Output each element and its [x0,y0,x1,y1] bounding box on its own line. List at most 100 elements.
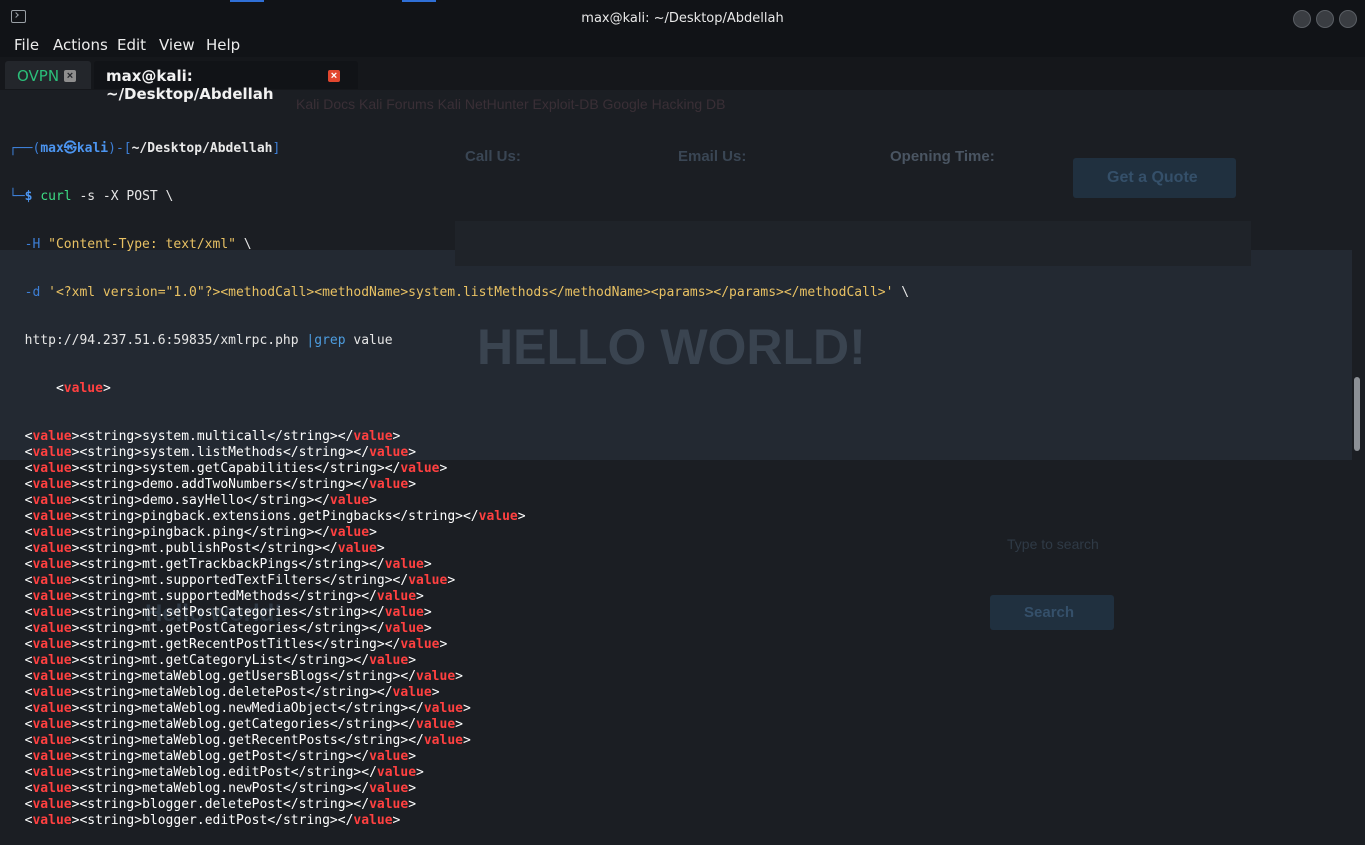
xml-punctuation: > [431,685,440,700]
prompt-host: kali [76,141,109,156]
xml-punctuation: > [416,765,424,780]
match-value: value [408,573,448,588]
menu-view[interactable]: View [159,36,195,54]
command-body-line: -d '<?xml version="1.0"?><methodCall><me… [24,285,910,300]
xml-punctuation: > [439,461,448,476]
match-value: value [32,621,72,636]
xml-punctuation: > [423,557,432,572]
close-icon[interactable]: × [328,70,340,82]
xml-punctuation: ><string> [71,621,143,636]
output-line: <value><string>mt.getCategoryList</strin… [9,653,909,669]
match-value: value [376,589,417,604]
tab-terminal[interactable]: max@kali: ~/Desktop/Abdellah × [94,61,358,103]
method-name: system.listMethods [142,445,283,460]
xml-punctuation [9,621,25,636]
xml-punctuation: < [24,685,33,700]
match-value: value [384,621,424,636]
body-value: '<?xml version="1.0"?><methodCall><metho… [48,285,894,300]
xml-punctuation: < [24,637,33,652]
match-value: value [369,477,409,492]
xml-punctuation: > [369,525,377,540]
output-line: <value><string>pingback.ping</string></v… [9,525,909,541]
method-name: metaWeblog.getCategories [142,717,330,732]
title-bar: max@kali: ~/Desktop/Abdellah [0,0,1365,33]
xml-punctuation [9,765,25,780]
match-value: value [32,685,72,700]
method-name: mt.getPostCategories [142,621,299,636]
h-flag: -H [24,237,49,252]
match-value: value [32,765,72,780]
method-name: metaWeblog.newMediaObject [142,701,338,716]
output-line: <value><string>metaWeblog.getUsersBlogs<… [9,669,909,685]
xml-punctuation [9,445,25,460]
match-value: value [369,445,409,460]
xml-punctuation [9,781,25,796]
xml-punctuation: ><string> [71,525,143,540]
xml-punctuation [9,573,25,588]
xml-punctuation [9,717,25,732]
grep-command: grep [314,333,346,348]
command-header-line: -H "Content-Type: text/xml" \ [24,237,252,252]
output-line: <value><string>mt.publishPost</string></… [9,541,909,557]
xml-punctuation: ><string> [71,573,143,588]
scrollbar-track[interactable] [1352,90,1365,630]
prompt-symbol: ㉿ [63,141,77,156]
xml-punctuation: </string></ [392,509,479,524]
xml-punctuation: </string></ [322,573,409,588]
terminal-output[interactable]: ┌──(max㉿kali)-[~/Desktop/Abdellah] └─$ c… [9,109,909,845]
xml-punctuation: </string></ [337,733,424,748]
match-value: value [369,749,409,764]
xml-punctuation: > [408,653,417,668]
xml-punctuation: > [408,749,417,764]
match-value: value [337,541,377,556]
match-value: value [32,605,72,620]
search-button-label: Search [1024,604,1075,621]
match-value: value [423,733,463,748]
xml-punctuation [9,637,25,652]
xml-punctuation [9,733,25,748]
close-icon[interactable]: × [64,70,76,82]
match-value: value [32,717,72,732]
xml-punctuation: > [462,733,471,748]
output-line: <value><string>metaWeblog.editPost</stri… [9,765,909,781]
xml-punctuation: > [455,669,463,684]
xml-punctuation: </string></ [298,621,385,636]
method-name: metaWeblog.getRecentPosts [142,733,338,748]
search-button: Search [990,595,1114,630]
match-value: value [416,669,456,684]
menu-edit[interactable]: Edit [117,36,146,54]
xml-punctuation: ><string> [71,637,143,652]
match-value: value [32,445,72,460]
accent-strip [402,0,436,2]
match-value: value [369,653,409,668]
xml-punctuation: </string></ [314,637,401,652]
xml-punctuation: > [376,541,385,556]
match-value: value [32,653,72,668]
match-value: value [32,749,72,764]
xml-punctuation [9,701,25,716]
xml-punctuation: > [408,445,417,460]
output-line: <value><string>metaWeblog.getPost</strin… [9,749,909,765]
output-line: <value><string>blogger.editPost</string>… [9,813,909,829]
xml-punctuation: > [408,797,417,812]
maximize-button[interactable] [1316,10,1334,28]
xml-punctuation [9,685,25,700]
tab-ovpn[interactable]: OVPN × [5,61,91,89]
match-value: value [32,493,72,508]
close-button[interactable] [1339,10,1357,28]
scrollbar-thumb[interactable] [1354,377,1360,451]
grep-arg: value [345,333,393,348]
match-value: value [384,557,424,572]
xml-punctuation: ><string> [71,445,143,460]
menu-actions[interactable]: Actions [53,36,108,54]
match-value: value [329,525,370,540]
xml-punctuation: </string></ [243,525,330,540]
menu-file[interactable]: File [14,36,39,54]
xml-punctuation: < [24,765,33,780]
match-value: value [32,797,72,812]
minimize-button[interactable] [1293,10,1311,28]
match-value: value [32,637,72,652]
xml-punctuation: </string></ [282,797,370,812]
method-name: mt.getRecentPostTitles [142,637,315,652]
menu-help[interactable]: Help [206,36,240,54]
